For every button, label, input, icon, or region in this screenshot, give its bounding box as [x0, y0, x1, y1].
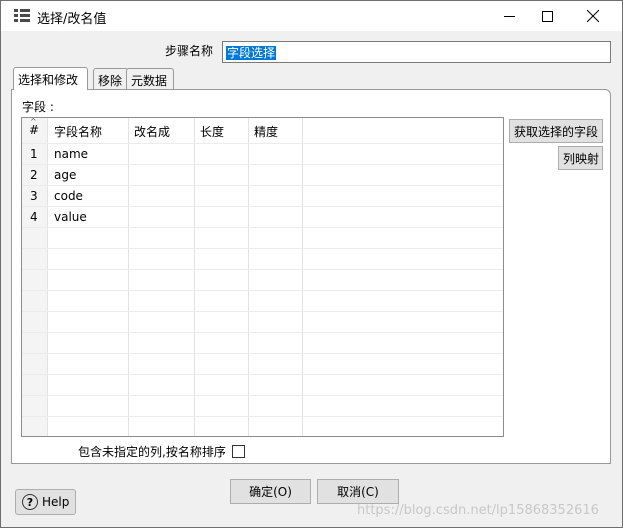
step-name-value: 字段选择 [226, 46, 277, 60]
field-name-cell[interactable]: value [54, 210, 87, 224]
fields-table[interactable]: ^ # 字段名称 改名成 长度 精度 1 name 2 age 3 code 4 [21, 117, 504, 437]
empty-row [22, 311, 503, 332]
empty-row [22, 248, 503, 269]
tab-label: 移除 [98, 74, 123, 88]
empty-row [22, 416, 503, 436]
step-name-input[interactable]: 字段选择 [222, 41, 611, 63]
column-header[interactable]: # [29, 123, 39, 137]
column-mapping-button[interactable]: 列映射 [558, 146, 603, 170]
close-icon [587, 10, 599, 22]
watermark: https://blog.csdn.net/lp15868352616 [357, 503, 599, 518]
row-number: 1 [30, 147, 38, 161]
help-label: Help [42, 495, 70, 509]
window-title: 选择/改名值 [37, 12, 107, 27]
column-header[interactable]: 字段名称 [54, 123, 102, 140]
include-unspecified-row: 包含未指定的列,按名称排序 [78, 443, 245, 460]
empty-row [22, 374, 503, 395]
minimize-icon [503, 15, 515, 17]
column-header[interactable]: 精度 [254, 123, 278, 140]
cancel-button[interactable]: 取消(C) [317, 479, 399, 504]
empty-row [22, 353, 503, 374]
tab-select-modify[interactable]: 选择和修改 [13, 67, 88, 90]
maximize-icon [541, 10, 553, 22]
empty-row [22, 269, 503, 290]
empty-row [22, 395, 503, 416]
tab-label: 选择和修改 [18, 73, 79, 87]
field-name-cell[interactable]: name [54, 147, 88, 161]
maximize-button[interactable] [524, 1, 570, 31]
app-icon [14, 9, 30, 22]
tab-label: 元数据 [131, 74, 168, 88]
row-number: 4 [30, 210, 38, 224]
get-selected-fields-button[interactable]: 获取选择的字段 [509, 119, 603, 143]
column-header[interactable]: 改名成 [134, 123, 170, 140]
tab-panel: 字段 : ^ # 字段名称 改名成 长度 精度 1 name 2 age 3 c… [11, 89, 611, 464]
row-number: 2 [30, 168, 38, 182]
close-button[interactable] [570, 1, 616, 31]
row-number: 3 [30, 189, 38, 203]
table-row[interactable]: 4 value [22, 206, 503, 227]
include-unspecified-label: 包含未指定的列,按名称排序 [78, 445, 226, 459]
table-row[interactable]: 1 name [22, 143, 503, 164]
help-button[interactable]: ? Help [15, 489, 76, 515]
table-row[interactable]: 3 code [22, 185, 503, 206]
empty-row [22, 332, 503, 353]
step-name-label: 步骤名称 [165, 44, 214, 58]
column-header[interactable]: 长度 [200, 123, 224, 140]
table-row[interactable]: 2 age [22, 164, 503, 185]
field-name-cell[interactable]: age [54, 168, 76, 182]
select-rename-dialog: 选择/改名值 步骤名称 字段选择 选择和修改 移除 元数据 字段 : ^ # 字… [0, 0, 623, 528]
empty-row [22, 290, 503, 311]
fields-label: 字段 : [22, 100, 54, 114]
title-bar: 选择/改名值 [1, 1, 622, 31]
help-icon: ? [22, 494, 38, 510]
ok-button[interactable]: 确定(O) [230, 479, 311, 504]
include-unspecified-checkbox[interactable] [231, 445, 245, 458]
tab-metadata[interactable]: 元数据 [126, 68, 174, 89]
tab-remove[interactable]: 移除 [93, 68, 129, 89]
empty-row [22, 227, 503, 248]
field-name-cell[interactable]: code [54, 189, 83, 203]
table-header: ^ # 字段名称 改名成 长度 精度 [22, 118, 503, 143]
